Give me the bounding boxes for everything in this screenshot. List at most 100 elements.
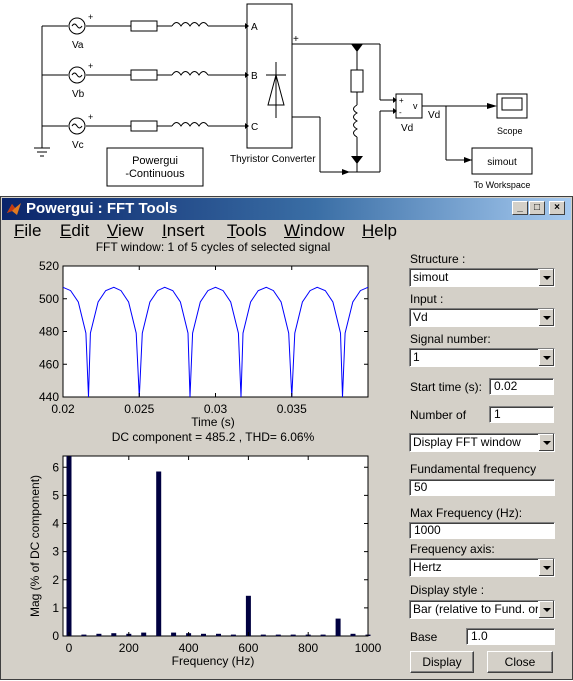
- harmonic-bar: [96, 633, 102, 637]
- menu-edit[interactable]: Edit: [60, 221, 89, 241]
- harmonic-bar: [290, 634, 296, 636]
- y-tick-label: 460: [39, 357, 59, 371]
- display-button[interactable]: Display: [410, 651, 474, 673]
- source-label-a: Va: [72, 40, 84, 51]
- x-tick-label: 600: [238, 641, 258, 655]
- chevron-down-icon: [538, 309, 554, 326]
- port-b-label: B: [251, 71, 258, 82]
- harmonic-bar: [156, 471, 162, 636]
- powergui-line1: Powergui: [132, 155, 178, 167]
- display-style-label: Display style :: [410, 583, 485, 597]
- maximize-button[interactable]: □: [529, 201, 545, 215]
- x-tick-label: 0.025: [124, 402, 154, 416]
- port-a-label: A: [251, 22, 258, 33]
- bottom-plot-ylabel: Mag (% of DC component): [28, 475, 42, 617]
- scope-label: Scope: [497, 126, 523, 136]
- window-title: Powergui : FFT Tools: [26, 200, 178, 217]
- fundamental-frequency-label: Fundamental frequency: [410, 462, 537, 476]
- y-tick-label: 440: [39, 390, 59, 404]
- x-tick-label: 0.03: [204, 402, 228, 416]
- signal-number-label: Signal number:: [410, 332, 491, 346]
- display-style-value: Bar (relative to Fund. or DC): [413, 602, 555, 616]
- source-label-b: Vb: [72, 89, 85, 100]
- converter-minus: -: [294, 112, 297, 123]
- y-tick-label: 2: [52, 573, 59, 587]
- y-tick-label: 3: [52, 545, 59, 559]
- input-dropdown[interactable]: Vd: [409, 308, 555, 327]
- frequency-axis-value: Hertz: [413, 560, 442, 574]
- harmonic-bar: [66, 456, 72, 636]
- signal-number-value: 1: [413, 350, 420, 364]
- simulink-model-diagram: + + + Va Vb Vc A B C + - Thyristor Conve…: [34, 3, 533, 190]
- harmonic-bar: [171, 632, 177, 636]
- x-tick-label: 0: [66, 641, 73, 655]
- y-tick-label: 520: [39, 259, 59, 273]
- number-of-cycles-input[interactable]: 1: [489, 406, 554, 423]
- fft-plots: FFT window: 1 of 5 cycles of selected si…: [28, 241, 382, 668]
- top-plot-xlabel: Time (s): [191, 415, 235, 429]
- fundamental-frequency-input[interactable]: 50: [409, 479, 555, 496]
- structure-dropdown[interactable]: simout: [409, 268, 555, 287]
- minimize-button[interactable]: _: [512, 201, 528, 215]
- x-tick-label: 200: [119, 641, 139, 655]
- close-window-button[interactable]: ×: [549, 201, 565, 215]
- start-time-input[interactable]: 0.02: [489, 378, 554, 395]
- y-tick-label: 1: [52, 601, 59, 615]
- harmonic-bar: [216, 633, 221, 637]
- start-time-label: Start time (s):: [410, 380, 483, 394]
- bottom-plot-title: DC component = 485.2 , THD= 6.06%: [112, 430, 315, 444]
- converter-label: Thyristor Converter: [230, 154, 316, 165]
- display-style-dropdown[interactable]: Bar (relative to Fund. or DC): [409, 600, 555, 619]
- powergui-line2: -Continuous: [125, 168, 185, 180]
- structure-value: simout: [413, 270, 449, 284]
- chevron-down-icon: [538, 559, 554, 576]
- menu-window[interactable]: Window: [284, 221, 344, 241]
- workspace-label: To Workspace: [474, 180, 531, 190]
- x-tick-label: 1000: [355, 641, 382, 655]
- harmonic-bar: [230, 634, 236, 636]
- y-tick-label: 0: [52, 629, 59, 643]
- base-label: Base: [410, 630, 438, 644]
- bottom-plot-xlabel: Frequency (Hz): [172, 654, 255, 668]
- matlab-app-icon: [7, 203, 21, 215]
- signal-number-dropdown[interactable]: 1: [409, 348, 555, 367]
- port-c-label: C: [251, 122, 258, 133]
- harmonic-bar: [275, 634, 281, 636]
- x-tick-label: 400: [179, 641, 199, 655]
- frequency-axis-label: Frequency axis:: [410, 542, 495, 556]
- workspace-block-text: simout: [487, 157, 517, 168]
- input-value: Vd: [413, 310, 428, 324]
- source-a-plus: +: [88, 12, 93, 22]
- max-frequency-input[interactable]: 1000: [409, 522, 555, 539]
- meter-plus: +: [399, 96, 404, 105]
- top-plot-area: [62, 265, 369, 398]
- menu-help[interactable]: Help: [362, 221, 397, 241]
- x-tick-label: 800: [298, 641, 318, 655]
- close-button[interactable]: Close: [487, 651, 553, 673]
- structure-label: Structure :: [410, 252, 466, 266]
- source-b-plus: +: [88, 61, 93, 71]
- menu-tools[interactable]: Tools: [227, 221, 267, 241]
- menu-view[interactable]: View: [107, 221, 144, 241]
- y-tick-label: 480: [39, 325, 59, 339]
- base-input[interactable]: 1.0: [466, 628, 555, 645]
- number-of-cycles-label: Number of: [410, 408, 467, 422]
- y-tick-label: 500: [39, 292, 59, 306]
- display-mode-dropdown[interactable]: Display FFT window: [409, 433, 555, 452]
- fft-tools-window: Powergui : FFT Tools _ □ × File Edit Vie…: [0, 196, 573, 680]
- chevron-down-icon: [538, 349, 554, 366]
- max-frequency-label: Max Frequency (Hz):: [410, 506, 523, 520]
- harmonic-bar: [141, 632, 147, 636]
- menu-insert[interactable]: Insert: [162, 221, 205, 241]
- input-label: Input :: [410, 292, 444, 306]
- harmonic-bar: [201, 633, 206, 637]
- frequency-axis-dropdown[interactable]: Hertz: [409, 558, 555, 577]
- window-titlebar[interactable]: Powergui : FFT Tools _ □ ×: [2, 198, 571, 220]
- harmonic-bar: [260, 634, 266, 636]
- menu-file[interactable]: File: [14, 221, 41, 241]
- harmonic-bar: [81, 634, 87, 636]
- chevron-down-icon: [538, 601, 554, 618]
- harmonic-bar: [111, 633, 117, 636]
- x-tick-label: 0.02: [51, 402, 75, 416]
- display-mode-value: Display FFT window: [413, 435, 521, 449]
